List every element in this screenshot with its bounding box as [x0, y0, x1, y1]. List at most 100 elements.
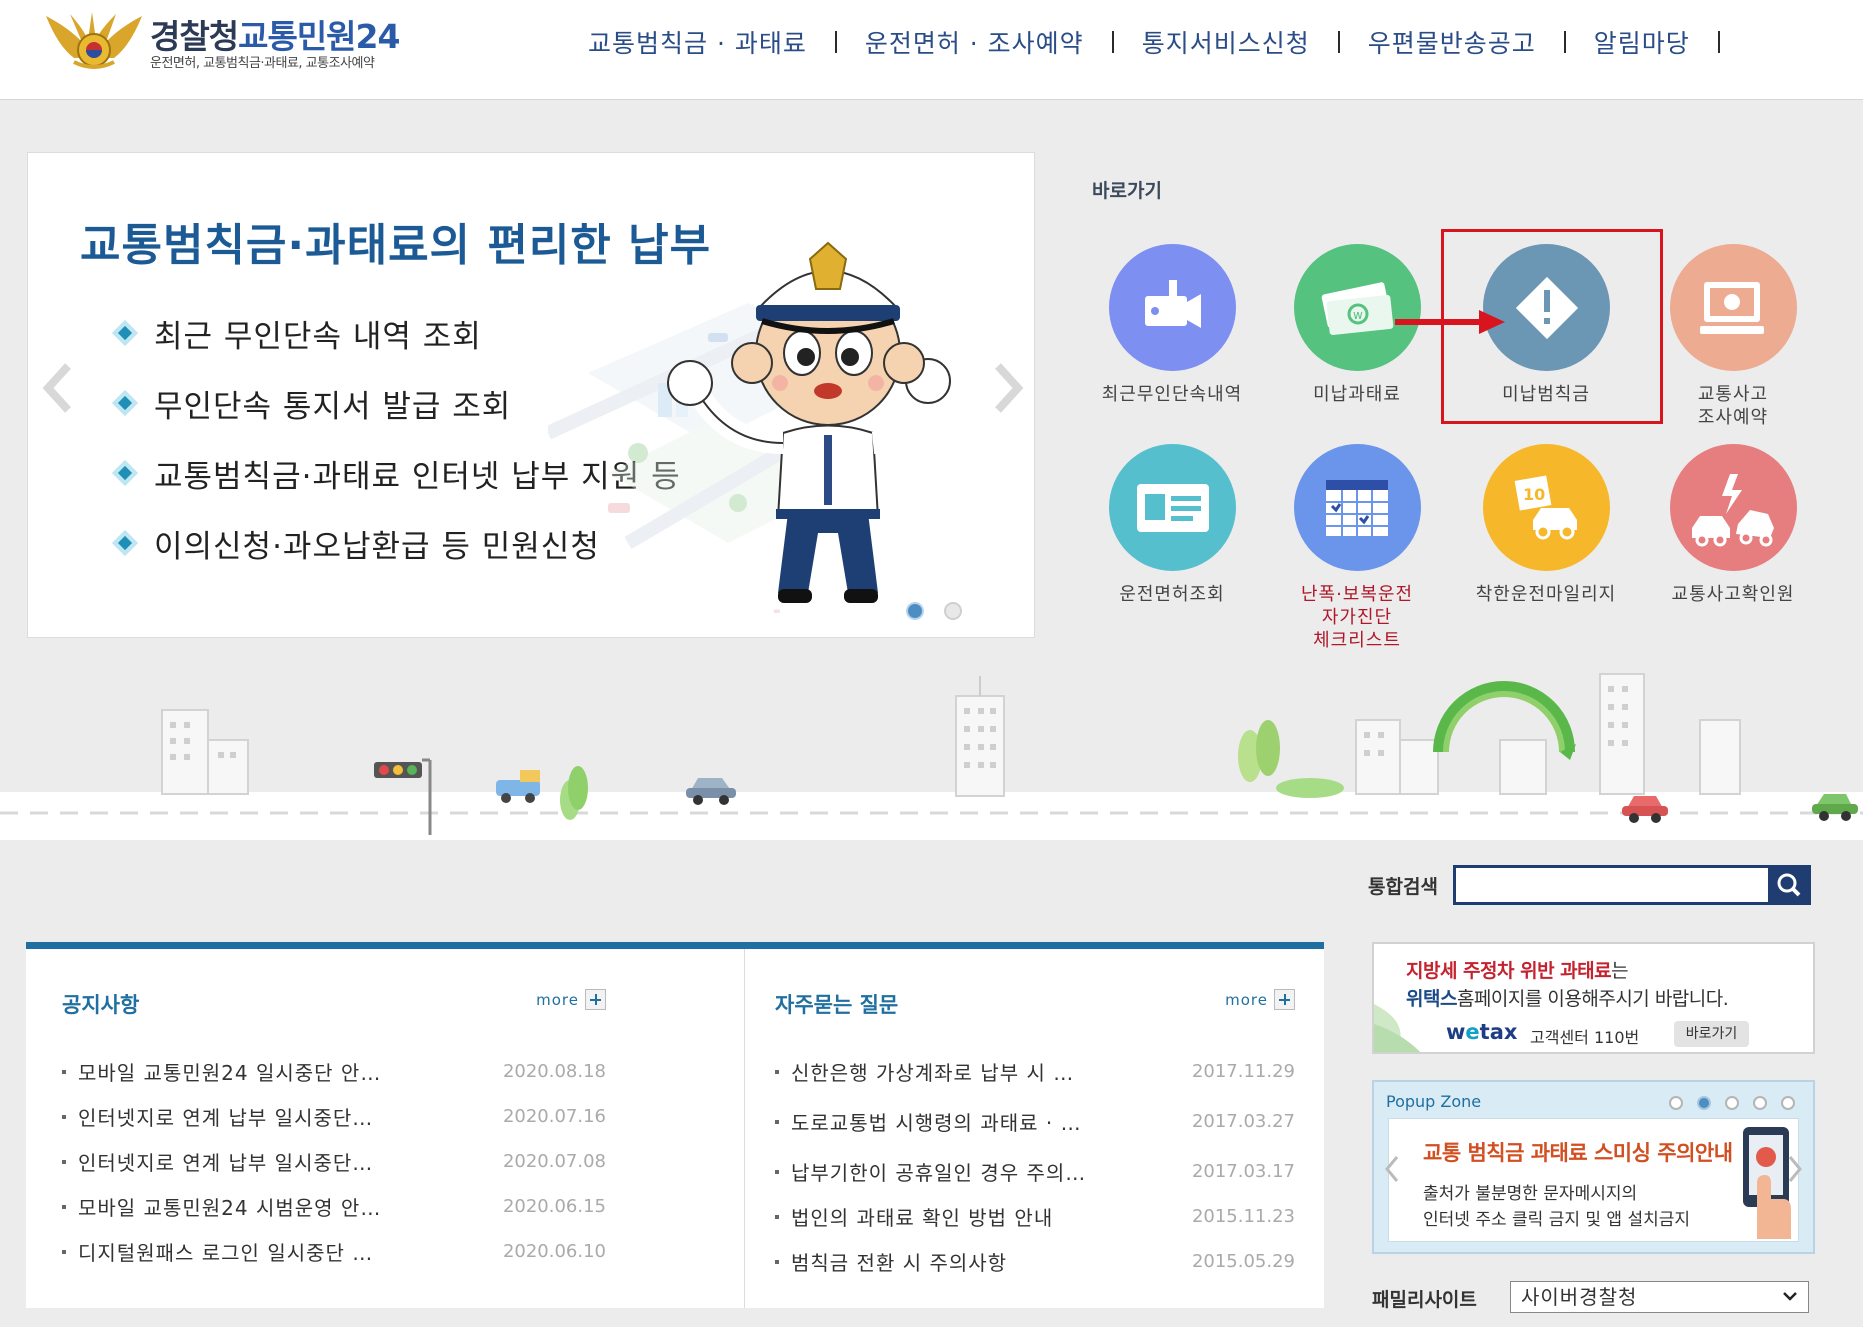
quick-icon-circle	[1293, 444, 1421, 571]
faq-list: 신한은행 가상계좌로 납부 시 … 2017.11.29 도로교통법 시행령의 과…	[775, 1049, 1295, 1284]
faq-item[interactable]: 범칙금 전환 시 주의사항 2015.05.29	[775, 1239, 1295, 1284]
money-icon: w	[1321, 282, 1393, 335]
faq-date: 2017.11.29	[1191, 1061, 1295, 1082]
banner-next-button[interactable]	[988, 358, 1028, 418]
popup-dot-4[interactable]	[1753, 1096, 1767, 1110]
quick-link-label: 교통사고확인원	[1671, 584, 1795, 605]
quick-link-accident-reservation[interactable]: 교통사고 조사예약	[1643, 244, 1823, 429]
popup-pagination	[1669, 1096, 1795, 1110]
quick-link-label: 난폭·보복운전 자가진단 체크리스트	[1300, 584, 1414, 651]
nav-notification[interactable]: 통지서비스신청	[1114, 24, 1338, 60]
faq-title: 도로교통법 시행령의 과태료 · …	[791, 1111, 1082, 1135]
search-box	[1453, 865, 1811, 905]
notice-date: 2020.06.10	[502, 1241, 606, 1262]
quick-links-title: 바로가기	[1092, 180, 1162, 202]
faq-board-title[interactable]: 자주묻는 질문	[775, 989, 1295, 1019]
banner-dot-1[interactable]	[906, 602, 924, 620]
nav-notice-board[interactable]: 알림마당	[1566, 24, 1718, 60]
banner-pagination	[906, 602, 962, 620]
notice-item[interactable]: 디지털원패스 로그인 일시중단 … 2020.06.10	[62, 1229, 606, 1274]
search-button[interactable]	[1768, 865, 1811, 905]
logo-title: 경찰청교통민원24	[150, 10, 400, 58]
monitor-icon	[1699, 282, 1764, 334]
id-card-icon	[1136, 484, 1209, 532]
notice-title: 인터넷지로 연계 납부 일시중단…	[78, 1106, 374, 1130]
popup-line2: 인터넷 주소 클릭 금지 및 앱 설치금지	[1423, 1210, 1691, 1230]
quick-link-label: 최근무인단속내역	[1101, 384, 1243, 405]
plus-icon	[1274, 989, 1295, 1010]
quick-link-accident-certificate[interactable]: 교통사고확인원	[1643, 444, 1823, 606]
faq-item[interactable]: 신한은행 가상계좌로 납부 시 … 2017.11.29	[775, 1049, 1295, 1094]
faq-more-button[interactable]: more	[1225, 989, 1295, 1010]
wetax-go-button[interactable]: 바로가기	[1674, 1021, 1749, 1047]
faq-title: 신한은행 가상계좌로 납부 시 …	[791, 1061, 1075, 1085]
quick-link-safe-driving-mileage[interactable]: 10 착한운전마일리지	[1456, 444, 1636, 606]
notice-item[interactable]: 인터넷지로 연계 납부 일시중단… 2020.07.08	[62, 1139, 606, 1184]
mileage-car-icon: 10	[1514, 475, 1577, 540]
faq-item[interactable]: 도로교통법 시행령의 과태료 · … 2017.03.27	[775, 1094, 1295, 1149]
banner-dot-2[interactable]	[944, 602, 962, 620]
faq-item[interactable]: 법인의 과태료 확인 방법 안내 2015.11.23	[775, 1194, 1295, 1239]
wetax-line2-rest: 홈페이지를 이용해주시기 바랍니다.	[1456, 988, 1729, 1010]
hero-banner: 교통범칙금·과태료의 편리한 납부 최근 무인단속 내역 조회 무인단속 통지서…	[27, 152, 1035, 638]
notice-board-title[interactable]: 공지사항	[62, 989, 606, 1019]
notice-date: 2020.06.15	[502, 1196, 606, 1217]
faq-title: 납부기한이 공휴일인 경우 주의…	[791, 1161, 1087, 1185]
notice-title: 모바일 교통민원24 시범운영 안…	[78, 1196, 382, 1220]
notice-item[interactable]: 모바일 교통민원24 일시중단 안… 2020.08.18	[62, 1049, 606, 1094]
calendar-check-icon	[1325, 480, 1388, 536]
search-input[interactable]	[1456, 868, 1808, 902]
nav-returned-mail[interactable]: 우편물반송공고	[1340, 24, 1564, 60]
family-site-label: 패밀리사이트	[1372, 1289, 1477, 1311]
diamond-bullet-icon	[112, 530, 138, 556]
popup-next-chevron-icon[interactable]	[1785, 1154, 1805, 1184]
wetax-logo-e: e	[1465, 1020, 1480, 1044]
wetax-line2-highlight: 위택스	[1406, 988, 1457, 1010]
nav-fines[interactable]: 교통범칙금 · 과태료	[560, 24, 835, 60]
popup-dot-3[interactable]	[1725, 1096, 1739, 1110]
quick-link-label: 미납과태료	[1313, 384, 1401, 405]
popup-dot-2[interactable]	[1697, 1096, 1711, 1110]
popup-prev-chevron-icon[interactable]	[1382, 1154, 1402, 1184]
board-section: 공지사항 more 모바일 교통민원24 일시중단 안… 2020.08.18 인…	[26, 942, 1324, 1308]
wetax-line1-rest: 는	[1611, 960, 1629, 982]
family-site-selected: 사이버경찰청	[1521, 1285, 1638, 1309]
notice-item[interactable]: 모바일 교통민원24 시범운영 안… 2020.06.15	[62, 1184, 606, 1229]
police-emblem-icon	[46, 12, 142, 69]
plus-icon	[585, 989, 606, 1010]
diamond-bullet-icon	[112, 390, 138, 416]
street-scene-illustration	[0, 673, 1863, 840]
notice-board: 공지사항 more 모바일 교통민원24 일시중단 안… 2020.08.18 인…	[26, 949, 675, 1308]
wetax-banner[interactable]: 지방세 주정차 위반 과태료는 위택스홈페이지를 이용해주시기 바랍니다. we…	[1372, 942, 1815, 1054]
site-logo[interactable]: 경찰청교통민원24 운전면허, 교통범칙금·과태료, 교통조사예약	[44, 6, 444, 76]
popup-dot-5[interactable]	[1781, 1096, 1795, 1110]
quick-link-aggressive-driving-checklist[interactable]: 난폭·보복운전 자가진단 체크리스트	[1267, 444, 1447, 652]
faq-date: 2017.03.27	[1191, 1111, 1295, 1132]
popup-card[interactable]: 교통 범칙금 과태료 스미싱 주의안내 출처가 불분명한 문자메시지의 인터넷 …	[1388, 1118, 1799, 1242]
quick-icon-circle	[1669, 244, 1797, 371]
quick-link-recent-enforcement[interactable]: 최근무인단속내역	[1082, 244, 1262, 406]
red-arrow-annotation-icon	[1395, 310, 1505, 334]
svg-text:10: 10	[1523, 485, 1545, 504]
car-crash-icon	[1691, 474, 1774, 547]
quick-icon-circle: 10	[1482, 444, 1610, 571]
chevron-down-icon	[1783, 1292, 1797, 1301]
quick-link-label: 착한운전마일리지	[1475, 584, 1617, 605]
quick-link-license-lookup[interactable]: 운전면허조회	[1082, 444, 1262, 606]
logo-subtitle: 운전면허, 교통범칙금·과태료, 교통조사예약	[150, 56, 375, 71]
notice-more-button[interactable]: more	[536, 989, 606, 1010]
search-icon	[1777, 873, 1801, 897]
faq-item[interactable]: 납부기한이 공휴일인 경우 주의… 2017.03.17	[775, 1149, 1295, 1194]
wetax-line1-highlight: 지방세 주정차 위반 과태료	[1406, 960, 1612, 982]
notice-title: 모바일 교통민원24 일시중단 안…	[78, 1061, 382, 1085]
quick-link-label: 교통사고 조사예약	[1697, 384, 1769, 428]
wetax-call-center: 고객센터 110번	[1530, 1028, 1640, 1047]
popup-dot-1[interactable]	[1669, 1096, 1683, 1110]
banner-prev-button[interactable]	[38, 358, 78, 418]
diamond-bullet-icon	[112, 460, 138, 486]
notice-item[interactable]: 인터넷지로 연계 납부 일시중단… 2020.07.16	[62, 1094, 606, 1139]
family-site-select[interactable]: 사이버경찰청	[1510, 1281, 1809, 1313]
wetax-line2: 위택스홈페이지를 이용해주시기 바랍니다.	[1406, 984, 1729, 1011]
wetax-logo-tax: tax	[1479, 1020, 1518, 1044]
nav-license[interactable]: 운전면허 · 조사예약	[837, 24, 1112, 60]
